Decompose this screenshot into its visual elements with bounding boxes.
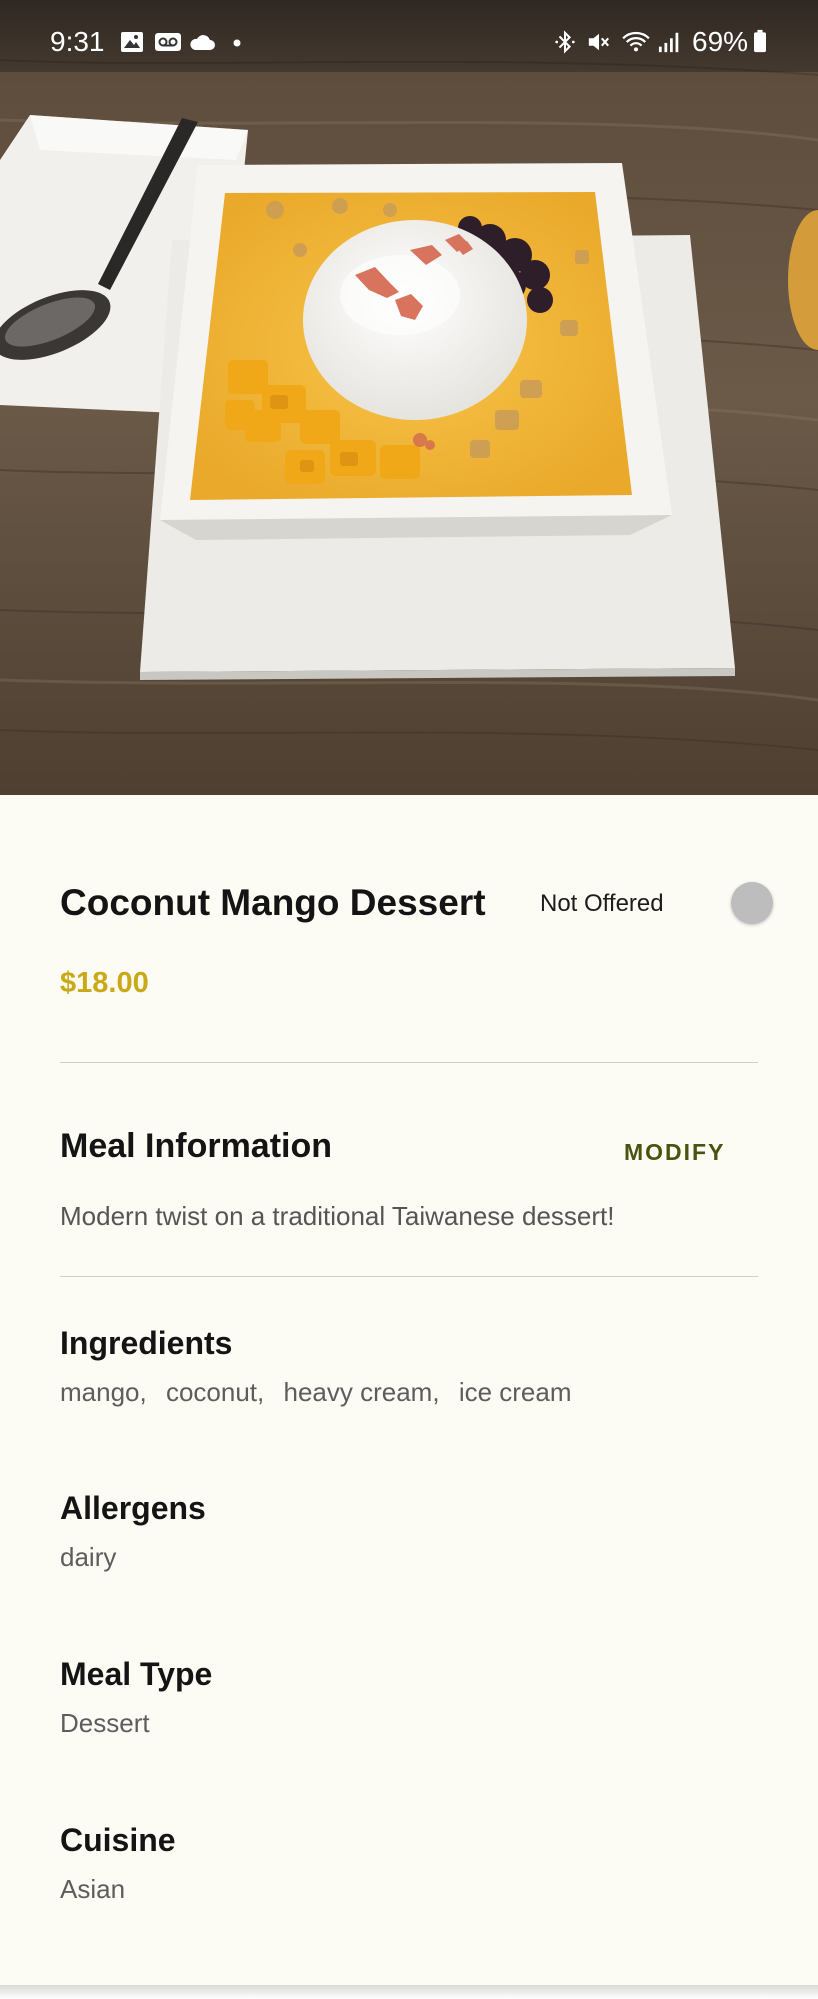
battery-percentage: 69%: [692, 26, 749, 57]
toggle-switch-thumb[interactable]: [731, 882, 773, 924]
meal-detail-screen: 9:31 69% Coconut Mango Dessert Not Offer…: [0, 0, 818, 1999]
ingredient-item: coconut,: [165, 1377, 265, 1407]
ingredients-heading: Ingredients: [60, 1325, 233, 1361]
ingredient-item: heavy cream,: [283, 1377, 440, 1407]
meal-photo: [0, 0, 818, 795]
status-time: 9:31: [50, 26, 105, 57]
meal-title: Coconut Mango Dessert: [60, 882, 486, 923]
battery-icon: [754, 29, 766, 53]
bluetooth-icon: [555, 30, 575, 54]
meal-description: Modern twist on a traditional Taiwanese …: [60, 1201, 615, 1231]
bottom-edge: [0, 1985, 818, 1999]
mute-icon: [588, 33, 609, 51]
cloud-icon: [190, 35, 215, 50]
status-bar: 9:31 69%: [0, 0, 818, 72]
divider: [60, 1276, 758, 1277]
offered-toggle-label: Not Offered: [540, 890, 664, 917]
wifi-icon: [622, 31, 650, 52]
divider: [60, 1062, 758, 1063]
meal-details-panel: Coconut Mango Dessert Not Offered $18.00…: [0, 795, 818, 1985]
cuisine-value: Asian: [60, 1874, 126, 1904]
signal-icon: [658, 32, 679, 53]
ingredient-item: ice cream: [458, 1377, 572, 1407]
meal-type-value: Dessert: [60, 1708, 150, 1738]
meal-price: $18.00: [60, 967, 149, 999]
allergens-value: dairy: [60, 1542, 117, 1572]
cuisine-heading: Cuisine: [60, 1822, 176, 1858]
allergens-heading: Allergens: [60, 1490, 206, 1526]
voicemail-icon: [155, 33, 181, 51]
ingredients-list: mango, coconut, heavy cream, ice cream: [60, 1375, 584, 1409]
title-row: Coconut Mango Dessert Not Offered: [60, 880, 773, 930]
dot-icon: [233, 39, 241, 47]
modify-button[interactable]: MODIFY: [610, 1135, 739, 1170]
meal-type-heading: Meal Type: [60, 1656, 213, 1692]
meal-information-heading: Meal Information: [60, 1127, 333, 1165]
offered-toggle[interactable]: Not Offered: [540, 882, 773, 926]
gallery-icon: [121, 32, 143, 52]
ingredient-item: mango,: [60, 1377, 147, 1407]
